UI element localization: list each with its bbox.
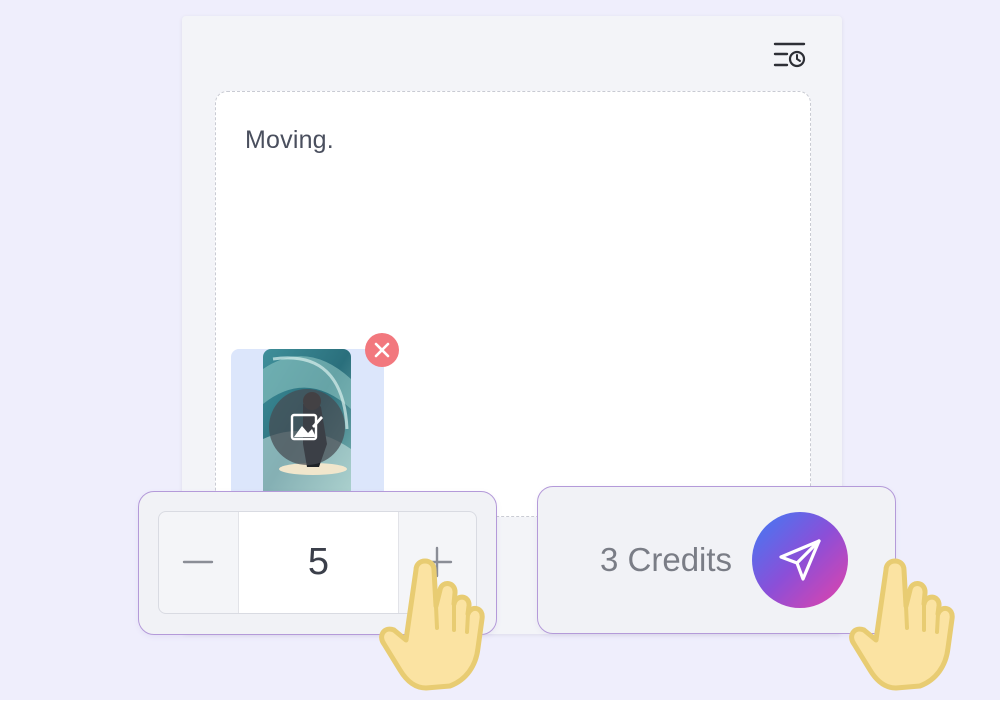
image-edit-button[interactable]	[269, 389, 345, 465]
remove-attachment-button[interactable]	[365, 333, 399, 367]
page-bottom-strip	[0, 700, 1000, 723]
quantity-stepper: 5	[158, 511, 477, 614]
submit-card: 3 Credits	[537, 486, 896, 634]
quantity-card: 5	[138, 491, 497, 635]
history-clock-icon	[773, 42, 806, 68]
credits-label: 3 Credits	[600, 541, 733, 578]
plus-icon	[421, 546, 453, 578]
decrement-button[interactable]	[159, 512, 237, 613]
prompt-text[interactable]: Moving.	[245, 126, 334, 155]
paper-plane-icon	[779, 539, 821, 581]
minus-icon	[182, 560, 214, 564]
history-button[interactable]	[771, 40, 809, 72]
attachment-card	[231, 333, 399, 499]
send-button[interactable]	[752, 512, 848, 608]
quantity-value[interactable]: 5	[238, 512, 399, 613]
prompt-input[interactable]: Moving.	[215, 91, 811, 517]
image-edit-icon	[290, 413, 323, 441]
close-icon	[374, 342, 390, 358]
increment-button[interactable]	[398, 512, 476, 613]
